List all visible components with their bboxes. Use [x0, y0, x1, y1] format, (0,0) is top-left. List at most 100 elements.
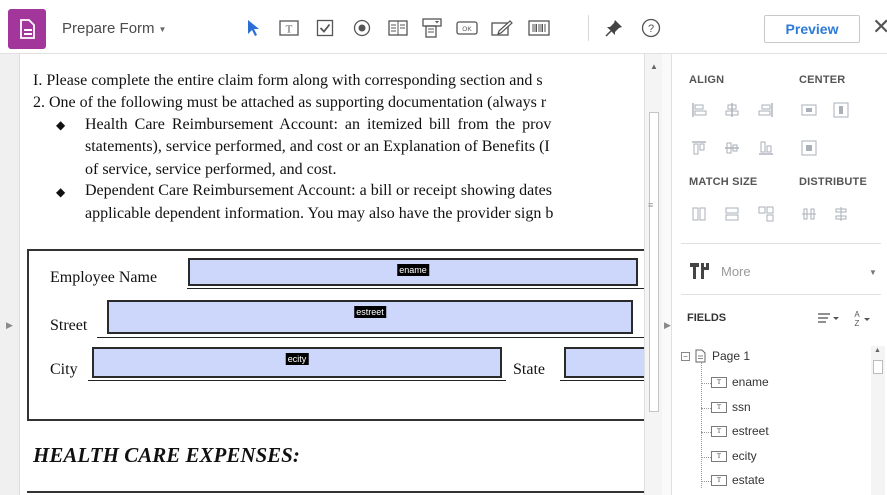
align-middle-icon[interactable] — [724, 140, 740, 156]
more-label: More — [721, 263, 751, 279]
center-heading: CENTER — [799, 74, 846, 86]
center-horizontal-icon[interactable] — [801, 102, 817, 118]
sort-list-icon[interactable] — [817, 311, 841, 325]
bullet-icon: ◆ — [56, 185, 66, 199]
scroll-up-icon[interactable]: ▲ — [874, 347, 881, 354]
field-name-tag: estreet — [354, 306, 386, 318]
field-name-tag: ename — [397, 264, 429, 276]
collapse-right-icon[interactable]: ▶ — [664, 320, 671, 331]
city-label: City — [50, 361, 78, 378]
align-center-horizontal-icon[interactable] — [724, 102, 740, 118]
tree-field-ecity[interactable]: T ecity — [711, 446, 757, 466]
street-label: Street — [50, 317, 88, 334]
tree-field-estate[interactable]: T estate — [711, 470, 765, 490]
pin-icon[interactable] — [603, 18, 625, 38]
match-size-heading: MATCH SIZE — [689, 176, 758, 188]
match-both-icon[interactable] — [758, 206, 774, 222]
svg-text:Z: Z — [855, 319, 860, 328]
match-width-icon[interactable] — [724, 206, 740, 222]
ename-field[interactable]: ename — [188, 258, 638, 286]
dropdown-field-icon[interactable] — [421, 18, 443, 38]
right-pane-splitter[interactable]: ▶ — [662, 54, 672, 495]
employee-name-label: Employee Name — [50, 269, 158, 286]
bullet-icon: ◆ — [56, 118, 66, 132]
section-title: HEALTH CARE EXPENSES: — [33, 443, 300, 467]
collapse-icon[interactable]: − — [681, 351, 690, 361]
center-both-icon[interactable] — [801, 140, 817, 156]
preview-button[interactable]: Preview — [764, 15, 860, 43]
field-label: ssn — [732, 400, 751, 414]
left-pane-toggle[interactable]: ▶ — [0, 54, 20, 495]
field-label: ecity — [732, 449, 757, 463]
ecity-field[interactable]: ecity — [92, 347, 502, 378]
instruction-line-6: Dependent Care Reimbursement Account: a … — [85, 182, 552, 199]
tree-connector — [701, 408, 711, 409]
tree-connector — [701, 432, 711, 433]
document-scrollbar[interactable]: ▲ ≡ — [644, 54, 662, 495]
instruction-line-4: statements), service performed, and cost… — [85, 138, 550, 155]
instruction-line-3: Health Care Reimbursement Account: an it… — [85, 116, 552, 133]
button-field-icon[interactable]: OK — [456, 18, 478, 38]
state-label: State — [513, 361, 545, 378]
top-toolbar: Prepare Form ▼ T OK ? Preview ✕ — [0, 0, 887, 54]
chevron-down-icon[interactable]: ▼ — [869, 268, 877, 277]
distribute-horizontal-icon[interactable] — [801, 206, 817, 222]
city-underline — [88, 380, 506, 381]
checkbox-icon[interactable] — [314, 18, 336, 38]
estreet-field[interactable]: estreet — [107, 300, 633, 334]
page-icon — [695, 349, 706, 363]
employee-name-underline — [187, 288, 644, 289]
right-panel: ALIGN CENTER MATCH SIZE DISTRIBUTE More … — [673, 54, 887, 495]
instruction-line-2: 2. One of the following must be attached… — [33, 94, 547, 111]
svg-text:T: T — [286, 24, 293, 36]
tree-connector — [701, 457, 711, 458]
text-field-icon: T — [711, 376, 727, 388]
toolbar-divider — [588, 15, 589, 41]
field-label: estreet — [732, 424, 769, 438]
expand-left-icon[interactable]: ▶ — [6, 320, 13, 331]
scrollbar-thumb[interactable] — [649, 112, 659, 412]
help-icon[interactable]: ? — [640, 18, 662, 38]
match-height-icon[interactable] — [691, 206, 707, 222]
barcode-icon[interactable] — [528, 18, 550, 38]
scroll-up-icon[interactable]: ▲ — [650, 62, 658, 71]
text-field-icon: T — [711, 450, 727, 462]
tree-field-ssn[interactable]: T ssn — [711, 397, 751, 417]
state-underline — [560, 380, 644, 381]
fields-heading: FIELDS — [687, 312, 727, 324]
chevron-down-icon: ▼ — [158, 25, 167, 34]
close-icon[interactable]: ✕ — [872, 16, 887, 38]
expenses-table-border — [27, 491, 644, 493]
align-top-icon[interactable] — [691, 140, 707, 156]
signature-field-icon[interactable] — [491, 18, 513, 38]
document-page: I. Please complete the entire claim form… — [20, 54, 644, 495]
text-field-icon: T — [711, 425, 727, 437]
tool-name-dropdown[interactable]: Prepare Form ▼ — [62, 20, 166, 37]
tree-field-ename[interactable]: T ename — [711, 372, 769, 392]
center-vertical-icon[interactable] — [833, 102, 849, 118]
sort-alpha-icon[interactable]: A Z — [851, 308, 873, 328]
page-node-label: Page 1 — [712, 349, 751, 363]
tree-field-estreet[interactable]: T estreet — [711, 421, 769, 441]
panel-divider — [681, 243, 881, 244]
list-box-icon[interactable] — [387, 18, 409, 38]
svg-text:OK: OK — [462, 26, 472, 33]
distribute-vertical-icon[interactable] — [833, 206, 849, 222]
align-heading: ALIGN — [689, 74, 725, 86]
tree-page-node[interactable]: − Page 1 — [681, 346, 750, 366]
prepare-form-tool-icon[interactable] — [8, 9, 46, 49]
grip-icon: ≡ — [648, 200, 654, 210]
scrollbar-thumb[interactable] — [873, 360, 883, 374]
select-arrow-icon[interactable] — [242, 18, 264, 38]
text-field-icon[interactable]: T — [278, 18, 300, 38]
estate-field[interactable] — [564, 347, 644, 378]
more-tools-dropdown[interactable]: More — [689, 261, 751, 281]
radio-button-icon[interactable] — [351, 18, 373, 38]
svg-text:?: ? — [648, 23, 654, 35]
align-left-icon[interactable] — [691, 102, 707, 118]
instruction-line-5: of service, service performed, and cost. — [85, 161, 337, 178]
align-right-icon[interactable] — [758, 102, 774, 118]
distribute-heading: DISTRIBUTE — [799, 176, 867, 188]
align-bottom-icon[interactable] — [758, 140, 774, 156]
fields-scrollbar[interactable]: ▲ — [871, 346, 885, 495]
